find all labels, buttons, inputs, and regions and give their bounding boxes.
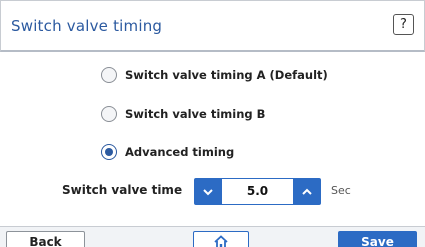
option-timing-a[interactable]: Switch valve timing A (Default) (101, 65, 328, 85)
footer-bar: Back Save (0, 226, 425, 247)
back-button[interactable]: Back (6, 231, 85, 247)
increment-button[interactable] (293, 178, 321, 205)
radio-advanced-timing[interactable] (101, 144, 117, 160)
option-label: Switch valve timing B (125, 107, 266, 121)
switch-valve-timing-dialog: Switch valve timing ? Switch valve timin… (0, 0, 425, 247)
option-advanced-timing[interactable]: Advanced timing (101, 142, 234, 162)
title-bar: Switch valve timing ? (0, 0, 425, 52)
switch-valve-time-label: Switch valve time (62, 183, 183, 197)
decrement-button[interactable] (194, 178, 222, 205)
radio-timing-a[interactable] (101, 67, 117, 83)
dialog-title: Switch valve timing (11, 17, 163, 35)
chevron-down-icon (203, 189, 213, 196)
chevron-up-icon (302, 188, 312, 195)
option-timing-b[interactable]: Switch valve timing B (101, 104, 265, 124)
radio-timing-b[interactable] (101, 106, 117, 122)
option-label: Switch valve timing A (Default) (125, 68, 328, 82)
save-button[interactable]: Save (338, 231, 417, 247)
switch-valve-time-row: Switch valve time 5.0 Sec (0, 178, 425, 206)
home-button[interactable] (193, 231, 249, 247)
help-button[interactable]: ? (393, 14, 414, 35)
home-icon (214, 235, 228, 247)
switch-valve-time-input[interactable]: 5.0 (222, 178, 293, 205)
unit-label: Sec (331, 184, 351, 197)
option-label: Advanced timing (125, 145, 235, 159)
